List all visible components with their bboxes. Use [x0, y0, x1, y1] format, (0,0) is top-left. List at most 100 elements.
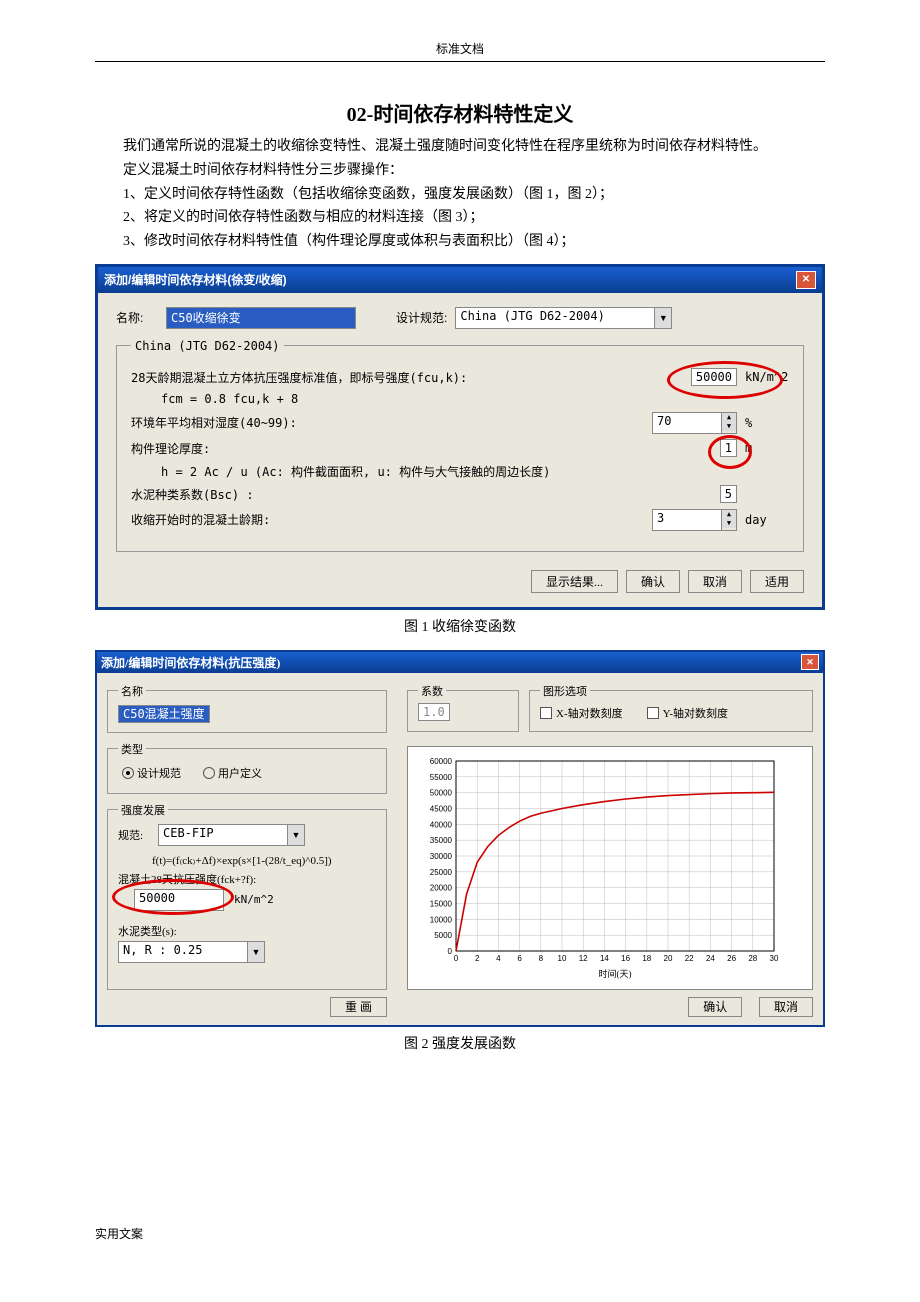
fcu-input[interactable]: 50000	[691, 368, 737, 386]
coeff-label: 系数	[418, 683, 446, 699]
svg-text:14: 14	[600, 954, 609, 963]
svg-text:20000: 20000	[430, 884, 453, 893]
close-icon[interactable]: ✕	[796, 271, 816, 289]
svg-text:4: 4	[496, 954, 501, 963]
svg-text:26: 26	[727, 954, 736, 963]
thickness-unit: m	[745, 441, 789, 455]
svg-text:18: 18	[642, 954, 651, 963]
thickness-input[interactable]: 1	[720, 439, 737, 457]
apply-button[interactable]: 适用	[750, 570, 804, 593]
redraw-button[interactable]: 重 画	[330, 997, 387, 1017]
humidity-spinner[interactable]: ▲▼	[722, 412, 737, 434]
cement-combo[interactable]: N, R : 0.25	[118, 941, 248, 963]
show-result-button[interactable]: 显示结果...	[531, 570, 618, 593]
svg-text:5000: 5000	[434, 931, 452, 940]
header-rule	[95, 61, 825, 62]
svg-text:30: 30	[770, 954, 779, 963]
svg-text:0: 0	[454, 954, 459, 963]
svg-text:22: 22	[685, 954, 694, 963]
graph-options-label: 图形选项	[540, 683, 590, 699]
strength-chart: 0500010000150002000025000300003500040000…	[407, 746, 813, 990]
spec-group: China (JTG D62-2004) 28天龄期混凝土立方体抗压强度标准值，…	[116, 339, 804, 552]
svg-text:时间(天): 时间(天)	[599, 968, 632, 979]
svg-text:0: 0	[448, 947, 453, 956]
coeff-input[interactable]: 1.0	[418, 703, 450, 721]
fcm-note: fcm = 0.8 fcu,k + 8	[161, 392, 298, 406]
svg-text:8: 8	[539, 954, 544, 963]
chevron-down-icon[interactable]: ▼	[288, 824, 305, 846]
graph-options-group: 图形选项 X-轴对数刻度 Y-轴对数刻度	[529, 683, 813, 732]
bsc-label: 水泥种类系数(Bsc) :	[131, 486, 720, 503]
chevron-down-icon[interactable]: ▼	[655, 307, 672, 329]
svg-text:2: 2	[475, 954, 480, 963]
ok2-button[interactable]: 确认	[688, 997, 742, 1017]
coeff-group: 系数 1.0	[407, 683, 519, 732]
step-3: 3、修改时间依存材料特性值（构件理论厚度或体积与表面积比）（图 4）；	[95, 230, 825, 254]
close-icon[interactable]: ✕	[801, 654, 819, 670]
cement-label: 水泥类型(s):	[118, 923, 376, 939]
name-label: 名称:	[116, 309, 166, 326]
svg-text:6: 6	[517, 954, 522, 963]
name2-label: 名称	[118, 683, 146, 699]
dialog2-title: 添加/编辑时间依存材料(抗压强度)	[101, 654, 280, 671]
humidity-input[interactable]: 70	[652, 412, 722, 434]
humidity-unit: %	[745, 416, 789, 430]
fck-label: 混凝土28天抗压强度(fck+?f):	[118, 871, 376, 887]
svg-text:35000: 35000	[430, 836, 453, 845]
spec2-label: 规范:	[118, 827, 158, 843]
spec2-combo[interactable]: CEB-FIP	[158, 824, 288, 846]
fck-input[interactable]: 50000	[134, 889, 224, 911]
svg-text:28: 28	[748, 954, 757, 963]
svg-text:20: 20	[664, 954, 673, 963]
name2-input[interactable]: C50混凝土强度	[118, 705, 210, 723]
humidity-label: 环境年平均相对湿度(40~99):	[131, 414, 652, 431]
svg-text:10: 10	[558, 954, 567, 963]
cancel-button[interactable]: 取消	[688, 570, 742, 593]
header-label: 标准文档	[95, 40, 825, 57]
step-1: 1、定义时间依存特性函数（包括收缩徐变函数，强度发展函数）（图 1，图 2）；	[95, 183, 825, 207]
development-group: 强度发展 规范: CEB-FIP ▼ f(t)=(f₍ck₎+Δf)×exp(s…	[107, 802, 387, 990]
svg-text:10000: 10000	[430, 915, 453, 924]
chevron-down-icon[interactable]: ▼	[248, 941, 265, 963]
fcu-unit: kN/m^2	[745, 370, 789, 384]
radio-design-spec[interactable]: 设计规范	[122, 765, 181, 781]
h-note: h = 2 Ac / u (Ac: 构件截面面积, u: 构件与大气接触的周边长…	[161, 463, 550, 480]
fck-unit: kN/m^2	[234, 893, 274, 906]
svg-text:55000: 55000	[430, 773, 453, 782]
shrink-age-label: 收缩开始时的混凝土龄期:	[131, 511, 652, 528]
spec-legend: China (JTG D62-2004)	[131, 339, 284, 353]
spec-combo[interactable]: China (JTG D62-2004)	[455, 307, 655, 329]
spec-label: 设计规范:	[396, 309, 447, 326]
radio-user-defined[interactable]: 用户定义	[203, 765, 262, 781]
svg-text:60000: 60000	[430, 757, 453, 766]
name-input[interactable]: C50收缩徐变	[166, 307, 356, 329]
dialog1-title: 添加/编辑时间依存材料(徐变/收缩)	[104, 271, 287, 288]
name-group: 名称 C50混凝土强度	[107, 683, 387, 733]
type-label: 类型	[118, 741, 146, 757]
dialog-creep-shrinkage: 添加/编辑时间依存材料(徐变/收缩) ✕ 名称: C50收缩徐变 设计规范: C…	[95, 264, 825, 610]
svg-text:45000: 45000	[430, 804, 453, 813]
steps-intro: 定义混凝土时间依存材料特性分三步骤操作：	[95, 159, 825, 183]
development-label: 强度发展	[118, 802, 168, 818]
svg-text:24: 24	[706, 954, 715, 963]
svg-text:12: 12	[579, 954, 588, 963]
cancel2-button[interactable]: 取消	[759, 997, 813, 1017]
figure2-caption: 图 2 强度发展函数	[95, 1033, 825, 1053]
shrink-age-input[interactable]: 3	[652, 509, 722, 531]
figure1-caption: 图 1 收缩徐变函数	[95, 616, 825, 636]
dialog-compressive-strength: 添加/编辑时间依存材料(抗压强度) ✕ 名称 C50混凝土强度 类型 设计规范 …	[95, 650, 825, 1027]
shrink-age-unit: day	[745, 513, 789, 527]
shrink-age-spinner[interactable]: ▲▼	[722, 509, 737, 531]
bsc-input[interactable]: 5	[720, 485, 737, 503]
svg-text:30000: 30000	[430, 852, 453, 861]
svg-text:16: 16	[621, 954, 630, 963]
type-group: 类型 设计规范 用户定义	[107, 741, 387, 794]
page-title: 02-时间依存材料特性定义	[95, 98, 825, 127]
footer-label: 实用文案	[95, 1225, 143, 1242]
ok-button[interactable]: 确认	[626, 570, 680, 593]
formula-text: f(t)=(f₍ck₎+Δf)×exp(s×[1-(28/t_eq)^0.5])	[118, 850, 376, 871]
x-log-checkbox[interactable]: X-轴对数刻度	[540, 705, 623, 721]
svg-text:50000: 50000	[430, 789, 453, 798]
y-log-checkbox[interactable]: Y-轴对数刻度	[647, 705, 728, 721]
intro-para: 我们通常所说的混凝土的收缩徐变特性、混凝土强度随时间变化特性在程序里统称为时间依…	[95, 135, 825, 159]
